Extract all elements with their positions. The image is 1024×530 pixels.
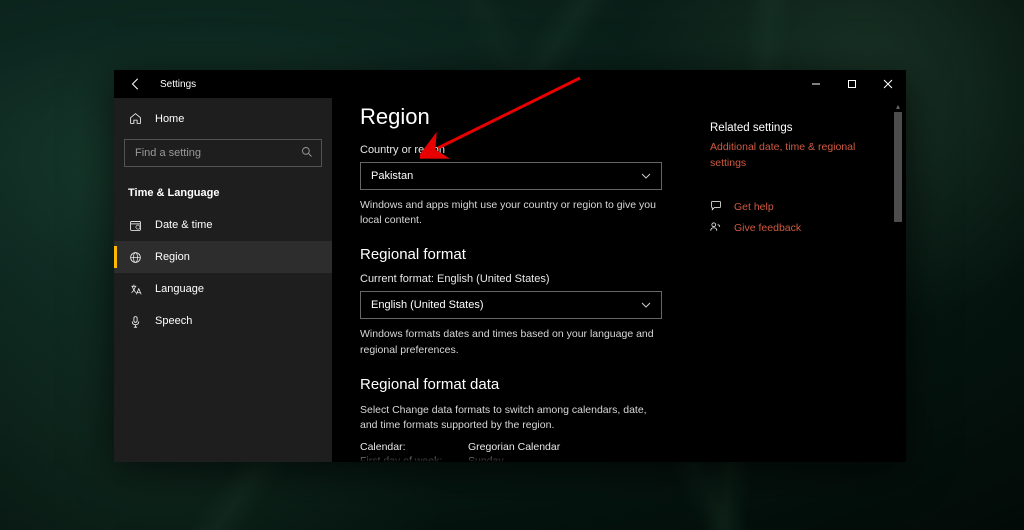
format-select[interactable]: English (United States) [360, 291, 662, 319]
format-heading: Regional format [360, 246, 690, 263]
data-heading: Regional format data [360, 376, 690, 393]
related-link[interactable]: Additional date, time & regional setting… [710, 140, 890, 172]
content-pane: Region Country or region Pakistan Window… [332, 98, 906, 462]
nav-label: Language [155, 283, 204, 295]
search-box[interactable] [124, 139, 322, 167]
feedback-label: Give feedback [734, 222, 801, 234]
help-label: Get help [734, 201, 774, 213]
nav-label: Region [155, 251, 190, 263]
close-button[interactable] [870, 70, 906, 98]
country-hint: Windows and apps might use your country … [360, 198, 660, 228]
category-heading: Time & Language [114, 181, 332, 209]
globe-icon [128, 251, 143, 264]
scrollbar[interactable]: ▴ [892, 100, 904, 462]
desktop-wallpaper: Settings Home Time & Language Date & tim… [0, 0, 1024, 530]
feedback-link[interactable]: Give feedback [710, 221, 890, 236]
back-button[interactable] [126, 74, 146, 94]
related-heading: Related settings [710, 122, 890, 134]
language-icon [128, 283, 143, 296]
country-label: Country or region [360, 144, 690, 156]
clock-icon [128, 219, 143, 232]
settings-window: Settings Home Time & Language Date & tim… [114, 70, 906, 462]
search-input[interactable] [133, 146, 301, 160]
feedback-icon [710, 221, 724, 236]
nav-label: Date & time [155, 219, 212, 231]
page-heading: Region [360, 104, 690, 130]
format-label: Current format: English (United States) [360, 273, 690, 285]
get-help-link[interactable]: Get help [710, 200, 890, 215]
format-hint: Windows formats dates and times based on… [360, 327, 660, 357]
country-value: Pakistan [371, 170, 413, 182]
search-icon [301, 146, 313, 161]
microphone-icon [128, 315, 143, 328]
related-pane: Related settings Additional date, time &… [710, 102, 890, 462]
home-label: Home [155, 113, 184, 125]
nav-label: Speech [155, 315, 192, 327]
country-select[interactable]: Pakistan [360, 162, 662, 190]
minimize-button[interactable] [798, 70, 834, 98]
maximize-button[interactable] [834, 70, 870, 98]
chevron-down-icon [641, 300, 651, 311]
window-title: Settings [160, 79, 196, 90]
title-bar: Settings [114, 70, 906, 98]
nav-speech[interactable]: Speech [114, 305, 332, 337]
nav-date-time[interactable]: Date & time [114, 209, 332, 241]
data-hint: Select Change data formats to switch amo… [360, 403, 660, 433]
scroll-up-button[interactable]: ▴ [892, 100, 904, 112]
format-value: English (United States) [371, 299, 484, 311]
scroll-thumb[interactable] [894, 112, 902, 222]
nav-region[interactable]: Region [114, 241, 332, 273]
help-icon [710, 200, 724, 215]
sidebar: Home Time & Language Date & time Region … [114, 98, 332, 462]
home-nav[interactable]: Home [114, 106, 332, 131]
nav-language[interactable]: Language [114, 273, 332, 305]
home-icon [128, 112, 143, 125]
chevron-down-icon [641, 171, 651, 182]
